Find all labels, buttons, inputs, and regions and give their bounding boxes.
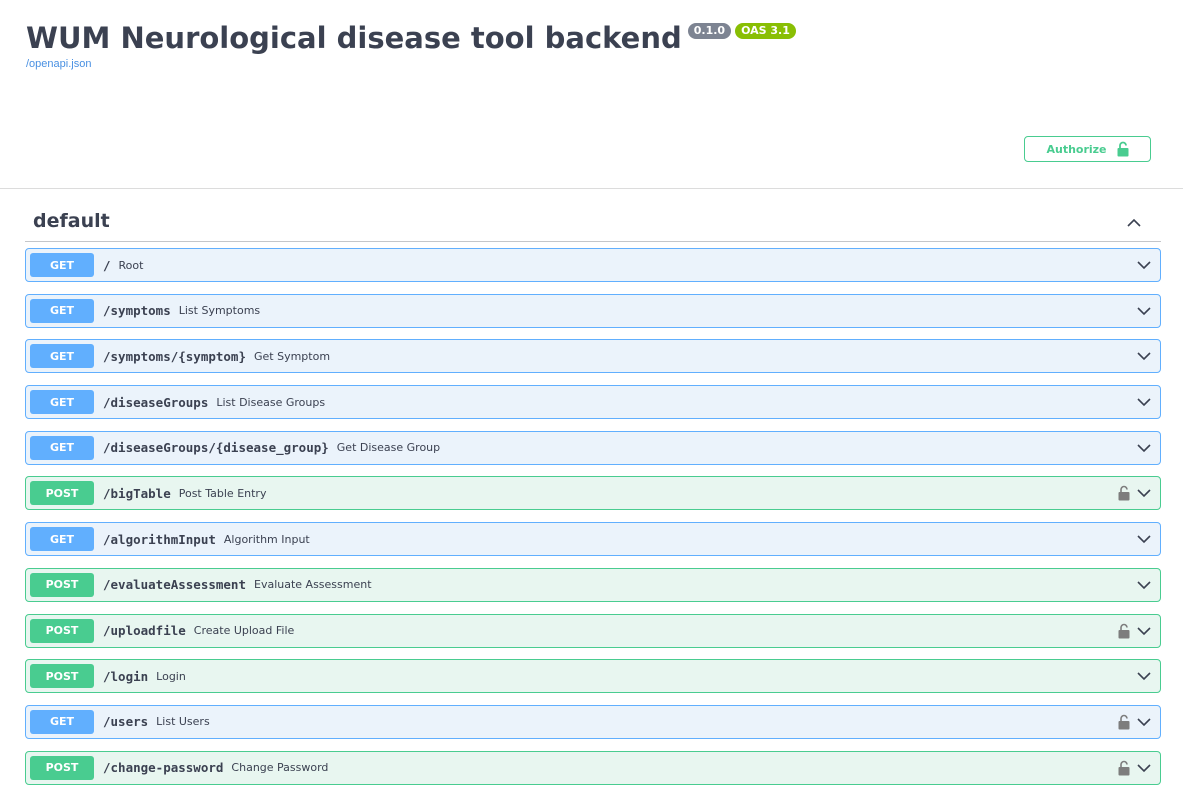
- operation-path: /diseaseGroups/{disease_group}: [103, 440, 329, 456]
- chevron-down-icon[interactable]: [1136, 485, 1152, 501]
- chevron-down-icon[interactable]: [1136, 257, 1152, 273]
- operation-row[interactable]: POST/evaluateAssessment Evaluate Assessme…: [25, 567, 1161, 602]
- lock-icon[interactable]: [1118, 760, 1130, 776]
- operation-summary: Change Password: [231, 761, 329, 775]
- operation-summary: List Users: [156, 715, 210, 729]
- operation-summary: Evaluate Assessment: [254, 578, 372, 592]
- operation-summary: Get Disease Group: [336, 441, 441, 455]
- operation-summary: Post Table Entry: [178, 486, 267, 500]
- method-badge: POST: [30, 572, 94, 597]
- method-badge: GET: [30, 298, 94, 323]
- operation-row[interactable]: POST/bigTable Post Table Entry: [25, 476, 1161, 511]
- operation-row[interactable]: GET/symptoms List Symptoms: [25, 293, 1161, 328]
- method-badge: POST: [30, 618, 94, 643]
- operation-summary: Algorithm Input: [223, 532, 310, 546]
- operation-summary: Login: [156, 669, 186, 683]
- chevron-down-icon[interactable]: [1136, 303, 1152, 319]
- info-section: WUM Neurological disease tool backend 0.…: [0, 0, 1183, 189]
- lock-icon[interactable]: [1118, 485, 1130, 501]
- method-badge: GET: [30, 253, 94, 277]
- authorize-label: Authorize: [1046, 142, 1107, 156]
- chevron-up-icon[interactable]: [1125, 214, 1143, 232]
- operation-row[interactable]: GET/users List Users: [25, 704, 1161, 739]
- operation-row[interactable]: GET/algorithmInput Algorithm Input: [25, 522, 1161, 557]
- api-title: WUM Neurological disease tool backend: [26, 21, 682, 55]
- oas-badge: OAS 3.1: [735, 23, 796, 39]
- operation-path: /symptoms/{symptom}: [103, 348, 246, 364]
- method-badge: POST: [30, 755, 94, 780]
- method-badge: GET: [30, 390, 94, 415]
- operation-row[interactable]: GET/symptoms/{symptom} Get Symptom: [25, 339, 1161, 374]
- operation-summary: List Disease Groups: [216, 395, 326, 409]
- operation-path: /uploadfile: [103, 623, 186, 638]
- operation-path: /diseaseGroups: [103, 394, 209, 410]
- operation-row[interactable]: POST/change-password Change Password: [25, 750, 1161, 785]
- lock-icon[interactable]: [1118, 623, 1130, 639]
- chevron-down-icon[interactable]: [1136, 348, 1152, 364]
- operation-path: /: [103, 257, 111, 273]
- chevron-down-icon[interactable]: [1136, 760, 1152, 776]
- operation-summary: Get Symptom: [254, 349, 331, 363]
- chevron-down-icon[interactable]: [1136, 577, 1152, 593]
- operations-list: GET / Root GET/symptoms List Symptoms GET/sym…: [25, 248, 1161, 796]
- operation-path: /evaluateAssessment: [103, 577, 246, 593]
- chevron-down-icon[interactable]: [1136, 668, 1152, 684]
- method-badge: POST: [30, 664, 94, 689]
- chevron-down-icon[interactable]: [1136, 714, 1152, 730]
- tag-section-header[interactable]: default: [25, 202, 1161, 242]
- operation-path: /bigTable: [103, 485, 171, 501]
- method-badge: POST: [30, 481, 94, 506]
- lock-icon[interactable]: [1118, 714, 1130, 730]
- operation-row[interactable]: POST/login Login: [25, 659, 1161, 694]
- operation-row[interactable]: POST/uploadfile Create Upload File: [25, 613, 1161, 648]
- operation-path: /change-password: [103, 760, 224, 776]
- operation-summary: List Symptoms: [178, 304, 261, 318]
- title-wrap: WUM Neurological disease tool backend 0.…: [26, 18, 796, 58]
- operation-path: /symptoms: [103, 303, 171, 319]
- version-badge: 0.1.0: [687, 23, 732, 39]
- lock-open-icon: [1117, 141, 1129, 157]
- chevron-down-icon[interactable]: [1136, 623, 1152, 639]
- method-badge: GET: [30, 435, 94, 460]
- operation-row[interactable]: GET/diseaseGroups/{disease_group} Get Dis…: [25, 430, 1161, 465]
- operation-path: /algorithmInput: [103, 531, 216, 547]
- operation-summary: Create Upload File: [193, 624, 295, 637]
- operation-row[interactable]: GET / Root: [25, 248, 1161, 282]
- operation-path: /users: [103, 714, 149, 730]
- operation-summary: Root: [118, 258, 144, 272]
- tag-name: default: [33, 210, 110, 232]
- method-badge: GET: [30, 709, 94, 734]
- openapi-spec-link[interactable]: /openapi.json: [26, 58, 91, 70]
- method-badge: GET: [30, 344, 94, 369]
- authorize-button[interactable]: Authorize: [1024, 136, 1151, 162]
- method-badge: GET: [30, 527, 94, 552]
- operation-row[interactable]: GET/diseaseGroups List Disease Groups: [25, 385, 1161, 420]
- operation-path: /login: [103, 668, 149, 684]
- chevron-down-icon[interactable]: [1136, 440, 1152, 456]
- chevron-down-icon[interactable]: [1136, 394, 1152, 410]
- chevron-down-icon[interactable]: [1136, 531, 1152, 547]
